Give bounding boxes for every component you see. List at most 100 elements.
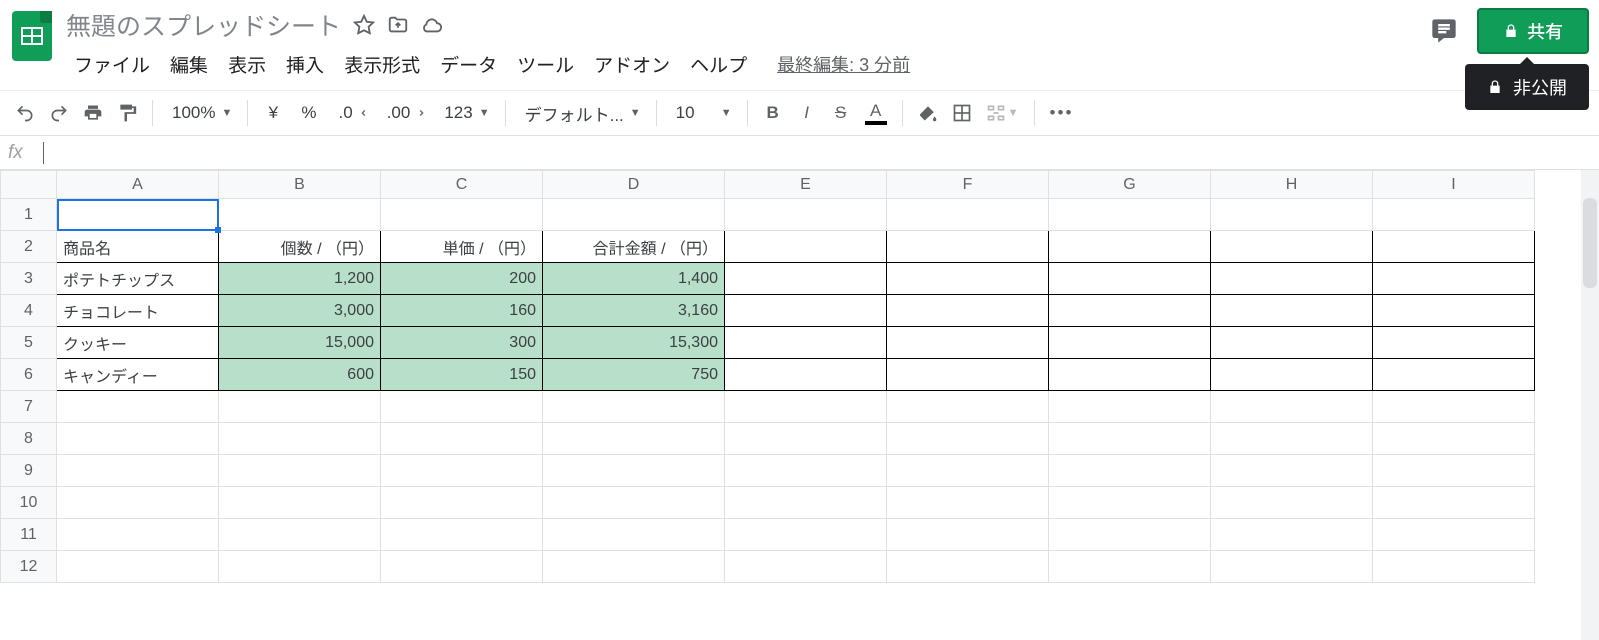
cell[interactable] [1373,519,1535,551]
cell[interactable] [381,551,543,583]
italic-button[interactable]: I [792,98,822,128]
sheets-logo[interactable] [10,8,54,64]
row-header[interactable]: 1 [1,199,57,231]
strike-button[interactable]: S [826,98,856,128]
row-header[interactable]: 4 [1,295,57,327]
cell[interactable] [1049,455,1211,487]
row-header[interactable]: 7 [1,391,57,423]
cell[interactable] [219,519,381,551]
merge-cells-button[interactable]: ▼ [981,98,1024,128]
cell[interactable] [725,519,887,551]
cell-B6[interactable]: 600 [219,359,381,391]
cell[interactable] [1373,295,1535,327]
cell[interactable] [725,263,887,295]
row-header[interactable]: 5 [1,327,57,359]
menu-addons[interactable]: アドオン [586,49,678,80]
cell-D6[interactable]: 750 [543,359,725,391]
cell[interactable] [1373,423,1535,455]
bold-button[interactable]: B [758,98,788,128]
cell[interactable] [1211,455,1373,487]
cell[interactable] [1049,199,1211,231]
col-header-I[interactable]: I [1373,171,1535,199]
cell-B2[interactable]: 個数 / （円） [219,231,381,263]
cell[interactable] [381,199,543,231]
cell-D4[interactable]: 3,160 [543,295,725,327]
cell[interactable] [725,551,887,583]
cell-C2[interactable]: 単価 / （円） [381,231,543,263]
cell[interactable] [543,423,725,455]
row-header[interactable]: 11 [1,519,57,551]
cell-D5[interactable]: 15,300 [543,327,725,359]
decrease-decimal-button[interactable]: .0 [330,98,374,128]
row-header[interactable]: 2 [1,231,57,263]
cell[interactable] [543,551,725,583]
cell[interactable] [219,487,381,519]
borders-button[interactable] [947,98,977,128]
row-header[interactable]: 10 [1,487,57,519]
cell[interactable] [1049,263,1211,295]
cell[interactable] [1049,231,1211,263]
select-all-corner[interactable] [1,171,57,199]
star-icon[interactable] [353,14,375,36]
cell[interactable] [1373,231,1535,263]
cell[interactable] [1211,231,1373,263]
cell[interactable] [1373,487,1535,519]
cell[interactable] [381,455,543,487]
formula-bar[interactable]: fx [0,136,1599,170]
cell[interactable] [1049,391,1211,423]
cell[interactable] [543,487,725,519]
undo-button[interactable] [10,98,40,128]
cell[interactable] [543,199,725,231]
col-header-F[interactable]: F [887,171,1049,199]
cell[interactable] [219,391,381,423]
row-header[interactable]: 6 [1,359,57,391]
cell[interactable] [887,327,1049,359]
menu-tools[interactable]: ツール [509,49,582,80]
cell[interactable] [1211,327,1373,359]
currency-button[interactable]: ¥ [258,98,288,128]
cell[interactable] [725,295,887,327]
cell[interactable] [725,423,887,455]
cell-B3[interactable]: 1,200 [219,263,381,295]
increase-decimal-button[interactable]: .00 [378,98,432,128]
menu-format[interactable]: 表示形式 [336,49,428,80]
cell[interactable] [57,455,219,487]
menu-edit[interactable]: 編集 [162,49,216,80]
cell[interactable] [543,391,725,423]
zoom-dropdown[interactable]: 100%▼ [163,98,237,128]
vertical-scrollbar[interactable] [1581,170,1599,640]
cell[interactable] [725,327,887,359]
cell[interactable] [1373,391,1535,423]
number-format-dropdown[interactable]: 123▼ [435,98,494,128]
col-header-D[interactable]: D [543,171,725,199]
col-header-E[interactable]: E [725,171,887,199]
cell-C4[interactable]: 160 [381,295,543,327]
cell-C3[interactable]: 200 [381,263,543,295]
menu-data[interactable]: データ [432,49,505,80]
cell[interactable] [1049,519,1211,551]
font-dropdown[interactable]: デフォルト...▼ [516,98,646,128]
cell[interactable] [725,231,887,263]
cell[interactable] [887,295,1049,327]
cell[interactable] [725,359,887,391]
cell[interactable] [1211,423,1373,455]
cell[interactable] [219,423,381,455]
cell[interactable] [1373,455,1535,487]
row-header[interactable]: 12 [1,551,57,583]
cell[interactable] [1373,199,1535,231]
redo-button[interactable] [44,98,74,128]
cell[interactable] [543,519,725,551]
comments-icon[interactable] [1427,14,1461,48]
cell[interactable] [887,231,1049,263]
cell-A4[interactable]: チョコレート [57,295,219,327]
cell[interactable] [219,455,381,487]
percent-button[interactable]: % [292,98,325,128]
fill-color-button[interactable] [913,98,943,128]
cell[interactable] [887,199,1049,231]
cell[interactable] [887,423,1049,455]
menu-view[interactable]: 表示 [220,49,274,80]
cell[interactable] [887,455,1049,487]
cell[interactable] [57,391,219,423]
print-button[interactable] [78,98,108,128]
col-header-H[interactable]: H [1211,171,1373,199]
